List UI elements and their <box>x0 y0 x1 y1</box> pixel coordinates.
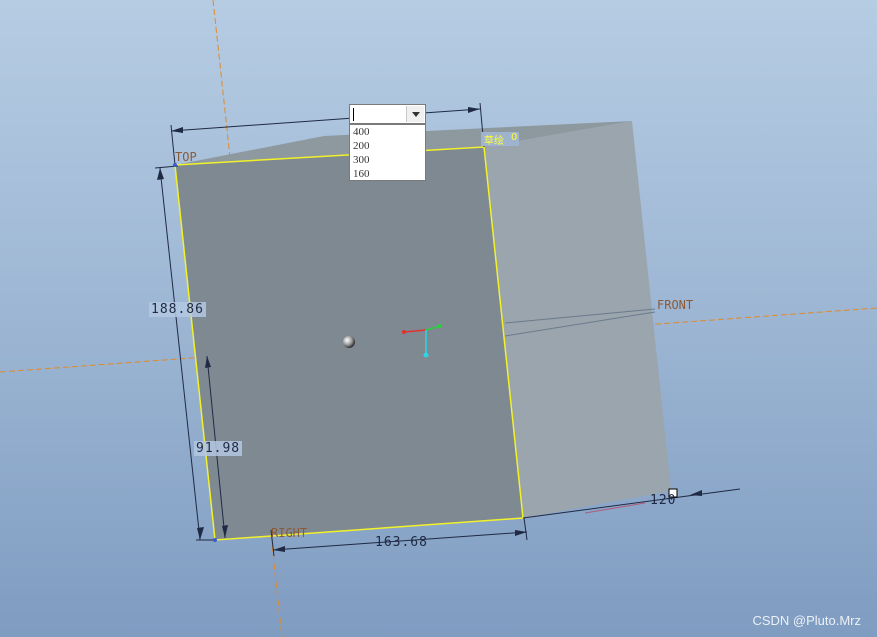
vertex-point <box>213 538 217 542</box>
dim-arrow <box>515 530 527 536</box>
dimension-value-combobox[interactable] <box>349 104 426 124</box>
triad-x-end <box>402 330 406 334</box>
dim-arrow <box>690 490 702 496</box>
triad-y-end <box>438 324 442 328</box>
graphics-viewport[interactable]: 188.86 91.98 163.68 120 TOP FRONT RIGHT … <box>0 0 877 637</box>
dimension-width-bottom[interactable]: 163.68 <box>375 535 428 550</box>
chevron-down-icon <box>412 112 420 117</box>
dropdown-list[interactable]: 400 200 300 160 <box>349 124 426 181</box>
watermark: CSDN @Pluto.Mrz <box>752 613 861 628</box>
model-scene[interactable] <box>0 0 877 637</box>
dim-arrow <box>171 127 183 133</box>
dim-arrow <box>157 168 164 180</box>
dropdown-button[interactable] <box>406 106 424 122</box>
dim-arrow <box>197 527 204 540</box>
datum-label-right[interactable]: RIGHT <box>271 526 307 540</box>
dimension-height-total[interactable]: 188.86 <box>149 302 206 317</box>
dim-ext-bottom-right <box>523 517 528 541</box>
datum-label-top[interactable]: TOP <box>175 150 197 164</box>
dropdown-option[interactable]: 300 <box>350 153 425 167</box>
sketch-plane-tag: 草绘 0 <box>481 132 519 147</box>
dropdown-option[interactable]: 160 <box>350 167 425 181</box>
dimension-depth[interactable]: 120 <box>650 493 676 508</box>
triad-z-end <box>423 352 429 358</box>
dimension-height-lower[interactable]: 91.98 <box>194 441 243 456</box>
dropdown-option[interactable]: 400 <box>350 125 425 139</box>
dropdown-option[interactable]: 200 <box>350 139 425 153</box>
dim-arrow <box>273 546 285 552</box>
dim-arrow <box>468 107 480 113</box>
text-caret <box>353 108 354 121</box>
datum-label-front[interactable]: FRONT <box>657 298 693 312</box>
dimension-value-input[interactable] <box>353 107 408 121</box>
plane-tag-text: 草绘 <box>484 136 504 147</box>
datum-point[interactable] <box>343 336 355 348</box>
dim-line-top-width <box>170 108 481 132</box>
plane-tag-value: 0 <box>511 132 518 143</box>
